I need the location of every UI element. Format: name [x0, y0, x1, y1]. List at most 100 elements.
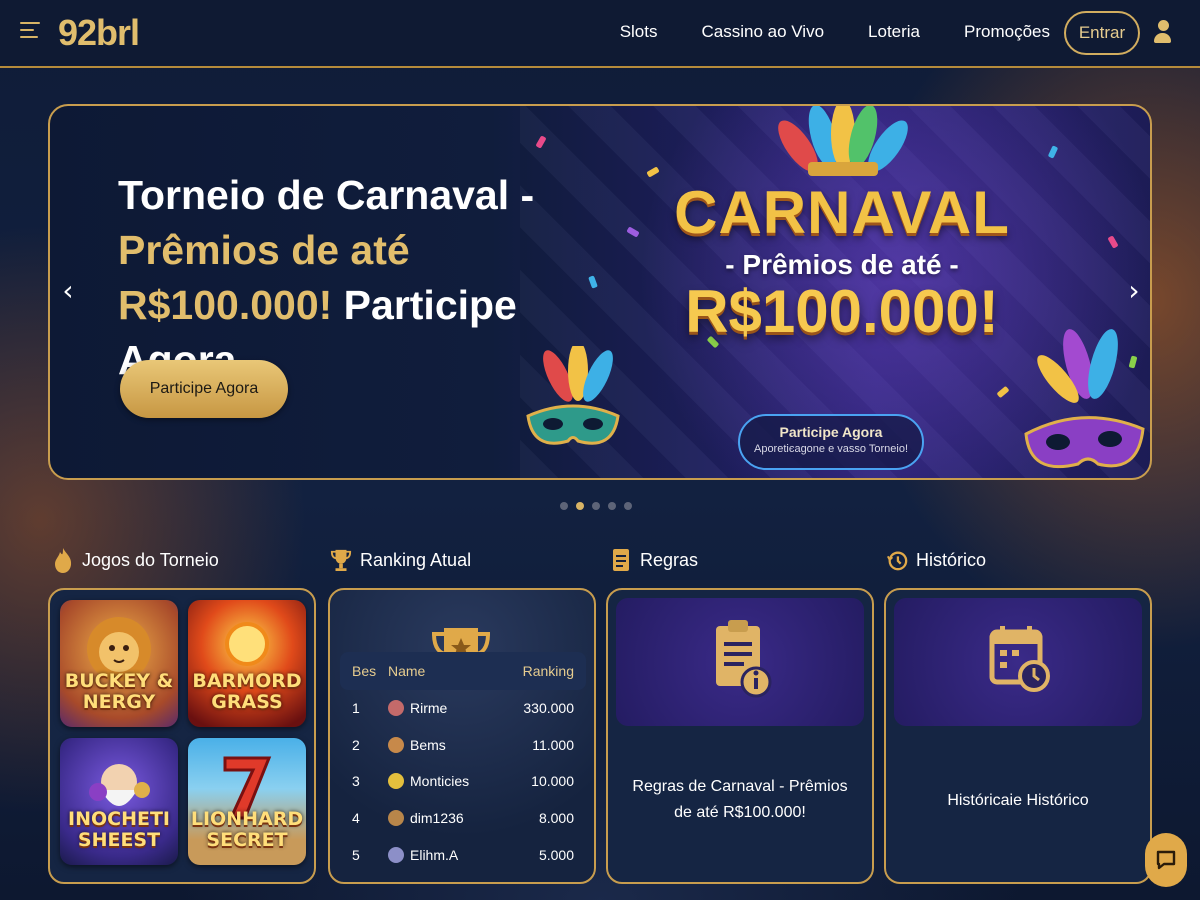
- ranking-row: 5 Elihm.A 5.000: [340, 836, 586, 873]
- participate-button[interactable]: Participe Agora: [120, 360, 288, 418]
- carousel-prev-icon[interactable]: ‹: [58, 276, 78, 306]
- game-title: BARMORD GRASS: [192, 670, 302, 713]
- section-ranking-heading: Ranking Atual: [330, 546, 471, 574]
- sun-icon: [225, 622, 269, 666]
- carousel-next-icon[interactable]: ›: [1124, 276, 1144, 306]
- ranking-position: 1: [352, 700, 360, 717]
- ranking-table: Bes Name Ranking 1 Rirme 330.000 2 Bems 11.00…: [340, 652, 586, 873]
- avatar: [388, 773, 404, 790]
- site-logo[interactable]: 92brl: [58, 12, 140, 54]
- nav-slots[interactable]: Slots: [620, 22, 658, 42]
- feather-crown-icon: [778, 106, 908, 176]
- banner-title-line1: Torneio de Carnaval -: [118, 172, 535, 218]
- flame-icon: [55, 548, 72, 573]
- carousel-dot[interactable]: [560, 502, 568, 510]
- ranking-player: Elihm.A: [388, 846, 504, 863]
- art-cta-label: Participe Agora: [779, 424, 883, 440]
- carousel-dot[interactable]: [592, 502, 600, 510]
- carousel-dot-active[interactable]: [576, 502, 584, 510]
- nav-live-casino[interactable]: Cassino ao Vivo: [701, 22, 824, 42]
- avatar: [388, 846, 404, 863]
- ranking-player: Bems: [388, 736, 504, 753]
- carnaval-amount: R$100.000!: [685, 278, 999, 345]
- ranking-score: 8.000: [538, 810, 574, 827]
- main-nav: Slots Cassino ao Vivo Loteria Promoções: [620, 22, 1050, 42]
- history-text: Históricaie Histórico: [947, 792, 1089, 809]
- art-cta-sublabel: Aporetiє​agone e vasso Torneio!: [753, 443, 908, 455]
- game-tile[interactable]: LIONHARD SECRET: [188, 738, 306, 865]
- rules-card[interactable]: Regras de Carnaval - Prêmios de até R$10…: [606, 588, 874, 884]
- avatar: [388, 736, 404, 753]
- login-button[interactable]: Entrar: [1064, 11, 1140, 55]
- ranking-position: 4: [352, 810, 360, 827]
- game-tile[interactable]: BUCKEY & NERGY: [60, 600, 178, 727]
- ranking-header-pos: Bes: [352, 663, 377, 679]
- chat-support-button[interactable]: [1145, 833, 1187, 887]
- hero-banner: Torneio de Carnaval - Prêmios de até R$1…: [48, 104, 1152, 480]
- ranking-header-name: Name: [388, 663, 426, 679]
- chat-bubble-icon: [1156, 850, 1176, 870]
- game-title: INOCHETI SHEEST: [68, 808, 170, 851]
- nav-lottery[interactable]: Loteria: [868, 22, 920, 42]
- user-icon[interactable]: [1154, 20, 1172, 44]
- menu-icon[interactable]: [20, 22, 42, 44]
- history-clock-icon: [887, 551, 908, 571]
- calendar-clock-icon: [989, 626, 1050, 692]
- section-ranking-title: Ranking Atual: [360, 549, 472, 570]
- ranking-player-name: dim1236: [410, 810, 464, 827]
- ranking-header: Bes Name Ranking: [340, 652, 586, 690]
- carnaval-word: CARNAVAL: [674, 179, 1010, 246]
- game-tile[interactable]: INOCHETI SHEEST: [60, 738, 178, 865]
- rules-image: [616, 598, 864, 726]
- avatar: [388, 700, 404, 717]
- carousel-dot[interactable]: [608, 502, 616, 510]
- section-history-title: Histórico: [916, 549, 987, 570]
- ranking-row: 3 Monticies 10.000: [340, 763, 586, 800]
- ranking-score: 10.000: [531, 773, 574, 790]
- ranking-position: 2: [352, 736, 360, 753]
- clipboard-info-icon: [716, 620, 772, 698]
- ranking-row: 1 Rirme 330.000: [340, 690, 586, 727]
- ranking-score: 330.000: [523, 700, 574, 717]
- document-icon: [613, 549, 629, 571]
- rules-text: Regras de Carnaval - Prêmios de até R$10…: [632, 778, 848, 821]
- nav-promotions[interactable]: Promoções: [964, 22, 1050, 42]
- history-card[interactable]: Históricaie Histórico: [884, 588, 1152, 884]
- ranking-row: 4 dim1236 8.000: [340, 800, 586, 837]
- section-games-heading: Jogos do Torneio: [52, 546, 219, 574]
- ranking-score: 5.000: [538, 846, 574, 863]
- banner-title-amount: R$100.000!: [118, 282, 333, 328]
- section-games-title: Jogos do Torneio: [82, 549, 219, 570]
- game-tile[interactable]: BARMORD GRASS: [188, 600, 306, 727]
- ranking-player: Rirme: [388, 700, 504, 717]
- games-card: BUCKEY & NERGY BARMORD GRASS INOCHETI SH…: [48, 588, 316, 884]
- ranking-position: 5: [352, 846, 360, 863]
- game-title: LIONHARD SECRET: [190, 808, 304, 851]
- section-history-heading: Histórico: [886, 546, 986, 574]
- trophy-icon: [330, 549, 352, 571]
- ranking-player-name: Elihm.A: [410, 846, 459, 863]
- ranking-player-name: Bems: [410, 736, 446, 753]
- section-rules-title: Regras: [640, 549, 699, 570]
- ranking-player: Monticies: [388, 773, 504, 790]
- carnaval-logo: CARNAVAL - Prêmios de até - R$100.000!: [662, 178, 1022, 346]
- history-image: [894, 598, 1142, 726]
- ranking-position: 3: [352, 773, 360, 790]
- ranking-row: 2 Bems 11.000: [340, 727, 586, 764]
- carousel-dot[interactable]: [624, 502, 632, 510]
- ranking-player-name: Monticies: [410, 773, 470, 790]
- carnival-mask-icon: [1024, 329, 1145, 469]
- ranking-player-name: Rirme: [410, 700, 448, 717]
- ranking-card: Bes Name Ranking 1 Rirme 330.000 2 Bems 11.00…: [328, 588, 596, 884]
- banner-title-line2: Prêmios de até: [118, 227, 410, 273]
- carousel-dots: [560, 502, 632, 510]
- carnival-mask-icon: [526, 346, 620, 445]
- ranking-score: 11.000: [532, 736, 574, 753]
- section-rules-heading: Regras: [610, 546, 698, 574]
- ranking-player: dim1236: [388, 810, 504, 827]
- game-title: BUCKEY & NERGY: [64, 670, 174, 713]
- avatar: [388, 810, 404, 827]
- top-header: 92brl Slots Cassino ao Vivo Loteria Prom…: [0, 0, 1200, 68]
- ranking-header-value: Ranking: [522, 663, 574, 679]
- banner-art-participate-button[interactable]: Participe Agora Aporetiє​agone e vasso T…: [738, 414, 924, 470]
